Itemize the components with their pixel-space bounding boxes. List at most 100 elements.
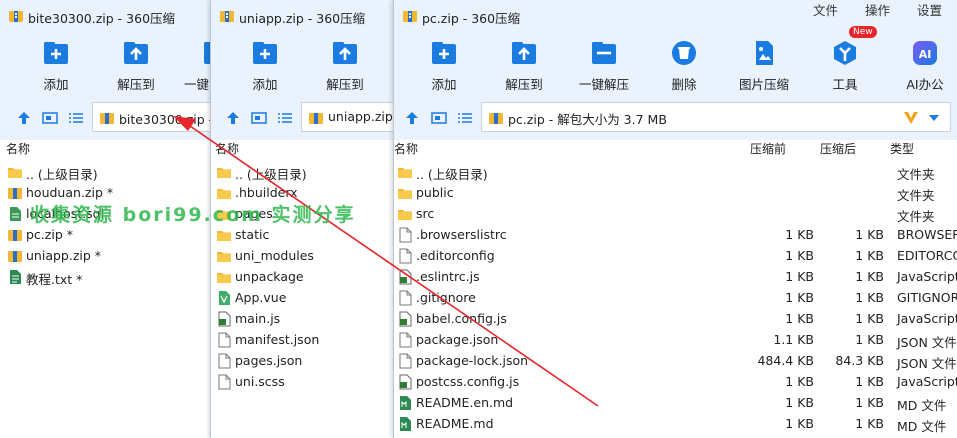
file-row[interactable]: public 文件夹: [394, 183, 957, 204]
vue-file-icon: [217, 290, 231, 306]
extract-to-button[interactable]: 解压到: [494, 32, 554, 96]
add-button[interactable]: 添加: [26, 32, 86, 96]
file-row[interactable]: .. (上级目录): [0, 162, 222, 183]
file-icon: [398, 332, 412, 348]
address-bar[interactable]: bite30300.zip - 解: [92, 102, 222, 132]
extract-to-button[interactable]: 解压到: [315, 32, 375, 96]
file-row[interactable]: README.md 1 KB 1 KB MD 文件: [394, 414, 957, 435]
file-name: .eslintrc.js: [416, 269, 480, 284]
file-row[interactable]: babel.config.js 1 KB 1 KB JavaScript: [394, 309, 957, 330]
file-row[interactable]: src 文件夹: [394, 204, 957, 225]
chevron-down-icon[interactable]: [928, 114, 940, 122]
file-row[interactable]: uni_modules: [211, 246, 396, 267]
file-row[interactable]: .editorconfig 1 KB 1 KB EDITORCO: [394, 246, 957, 267]
file-type: JSON 文件: [897, 335, 957, 350]
sql-icon: [8, 206, 22, 222]
one-click-extract-icon: [592, 42, 616, 64]
list-view-icon[interactable]: [68, 111, 84, 125]
up-arrow-icon[interactable]: [404, 111, 420, 125]
file-size-after: 1 KB: [855, 290, 884, 305]
file-row[interactable]: pages.json: [211, 351, 396, 372]
file-row[interactable]: App.vue: [211, 288, 396, 309]
thumbnail-view-icon[interactable]: [431, 111, 447, 125]
column-type[interactable]: 类型: [890, 140, 914, 157]
delete-button[interactable]: 删除: [654, 32, 714, 96]
folder-icon: [217, 185, 231, 201]
file-row[interactable]: unpackage: [211, 267, 396, 288]
toolbar: 添加 解压到 一键解压 删除 图片压缩 New 工具 AI AI办公: [394, 26, 957, 96]
file-row[interactable]: .gitignore 1 KB 1 KB GITIGNOR: [394, 288, 957, 309]
file-icon: [217, 353, 231, 369]
menu-settings[interactable]: 设置: [917, 0, 942, 19]
add-button[interactable]: 添加: [235, 32, 295, 96]
file-name: README.en.md: [416, 395, 514, 410]
file-type: JavaScript: [897, 269, 957, 284]
file-size-before: 1 KB: [785, 269, 814, 284]
file-row[interactable]: postcss.config.js 1 KB 1 KB JavaScript: [394, 372, 957, 393]
extract-to-button[interactable]: 解压到: [106, 32, 166, 96]
file-row[interactable]: static: [211, 225, 396, 246]
tools-icon: [834, 41, 856, 65]
js-file-icon: [398, 311, 412, 327]
column-name[interactable]: 名称: [6, 140, 30, 157]
folder-icon: [8, 164, 22, 180]
column-name[interactable]: 名称: [394, 140, 418, 157]
column-name[interactable]: 名称: [215, 140, 239, 157]
text-file-icon: [8, 269, 22, 285]
recycle-bin-icon: [672, 41, 696, 65]
file-size-after: 1 KB: [855, 395, 884, 410]
file-row[interactable]: pages: [211, 204, 396, 225]
thumbnail-view-icon[interactable]: [42, 111, 58, 125]
file-row[interactable]: .hbuilderx: [211, 183, 396, 204]
one-click-extract-button[interactable]: 一键解压: [574, 32, 634, 96]
file-name: 教程.txt *: [26, 272, 83, 287]
folder-icon: [398, 185, 412, 201]
file-row[interactable]: houduan.zip *: [0, 183, 222, 204]
menu-operation[interactable]: 操作: [865, 0, 890, 19]
title-bar[interactable]: bite30300.zip - 360压缩: [0, 0, 222, 32]
file-row[interactable]: main.js: [211, 309, 396, 330]
file-name: uni.scss: [235, 374, 285, 389]
list-view-icon[interactable]: [277, 111, 293, 125]
extract-to-label: 解压到: [117, 77, 155, 92]
address-bar[interactable]: pc.zip - 解包大小为 3.7 MB: [481, 102, 951, 132]
file-row[interactable]: localhost.sql: [0, 204, 222, 225]
add-button[interactable]: 添加: [414, 32, 474, 96]
up-arrow-icon[interactable]: [225, 111, 241, 125]
list-view-icon[interactable]: [457, 111, 473, 125]
file-row[interactable]: pc.zip *: [0, 225, 222, 246]
toolbar: 添加 解压到 一键: [0, 32, 222, 96]
address-text: bite30300.zip - 解: [119, 112, 222, 127]
file-row[interactable]: .browserslistrc 1 KB 1 KB BROWSER: [394, 225, 957, 246]
v-logo-icon[interactable]: [902, 109, 920, 127]
image-compress-button[interactable]: 图片压缩: [734, 32, 794, 96]
file-row[interactable]: 教程.txt *: [0, 267, 222, 288]
column-size-before[interactable]: 压缩前: [750, 140, 786, 157]
title-bar[interactable]: uniapp.zip - 360压缩: [211, 0, 396, 32]
list-header: 名称 压缩前 压缩后 类型: [394, 140, 957, 162]
file-row[interactable]: package-lock.json 484.4 KB 84.3 KB JSON 文件: [394, 351, 957, 372]
address-text: uniapp.zip\: [328, 109, 396, 124]
file-row[interactable]: package.json 1.1 KB 1 KB JSON 文件: [394, 330, 957, 351]
file-row[interactable]: README.en.md 1 KB 1 KB MD 文件: [394, 393, 957, 414]
file-type: JavaScript: [897, 374, 957, 389]
address-text: pc.zip - 解包大小为 3.7 MB: [508, 112, 667, 127]
address-bar[interactable]: uniapp.zip\: [301, 102, 396, 132]
file-row[interactable]: .. (上级目录): [211, 162, 396, 183]
thumbnail-view-icon[interactable]: [251, 111, 267, 125]
file-row[interactable]: .. (上级目录) 文件夹: [394, 162, 957, 183]
file-row[interactable]: uni.scss: [211, 372, 396, 393]
window-title: pc.zip - 360压缩: [422, 11, 521, 26]
archive-window-pc: pc.zip - 360压缩 文件 操作 设置 添加 解压到 一键解压 删除 图…: [393, 0, 957, 438]
tools-button[interactable]: New 工具: [815, 26, 877, 96]
file-row[interactable]: manifest.json: [211, 330, 396, 351]
one-click-extract-label: 一键解压: [578, 77, 629, 92]
extract-to-icon: [124, 42, 148, 64]
file-size-before: 1 KB: [785, 290, 814, 305]
file-row[interactable]: .eslintrc.js 1 KB 1 KB JavaScript: [394, 267, 957, 288]
file-row[interactable]: uniapp.zip *: [0, 246, 222, 267]
ai-office-button[interactable]: AI AI办公: [895, 32, 955, 96]
up-arrow-icon[interactable]: [16, 111, 32, 125]
menu-file[interactable]: 文件: [813, 0, 838, 19]
column-size-after[interactable]: 压缩后: [820, 140, 856, 157]
